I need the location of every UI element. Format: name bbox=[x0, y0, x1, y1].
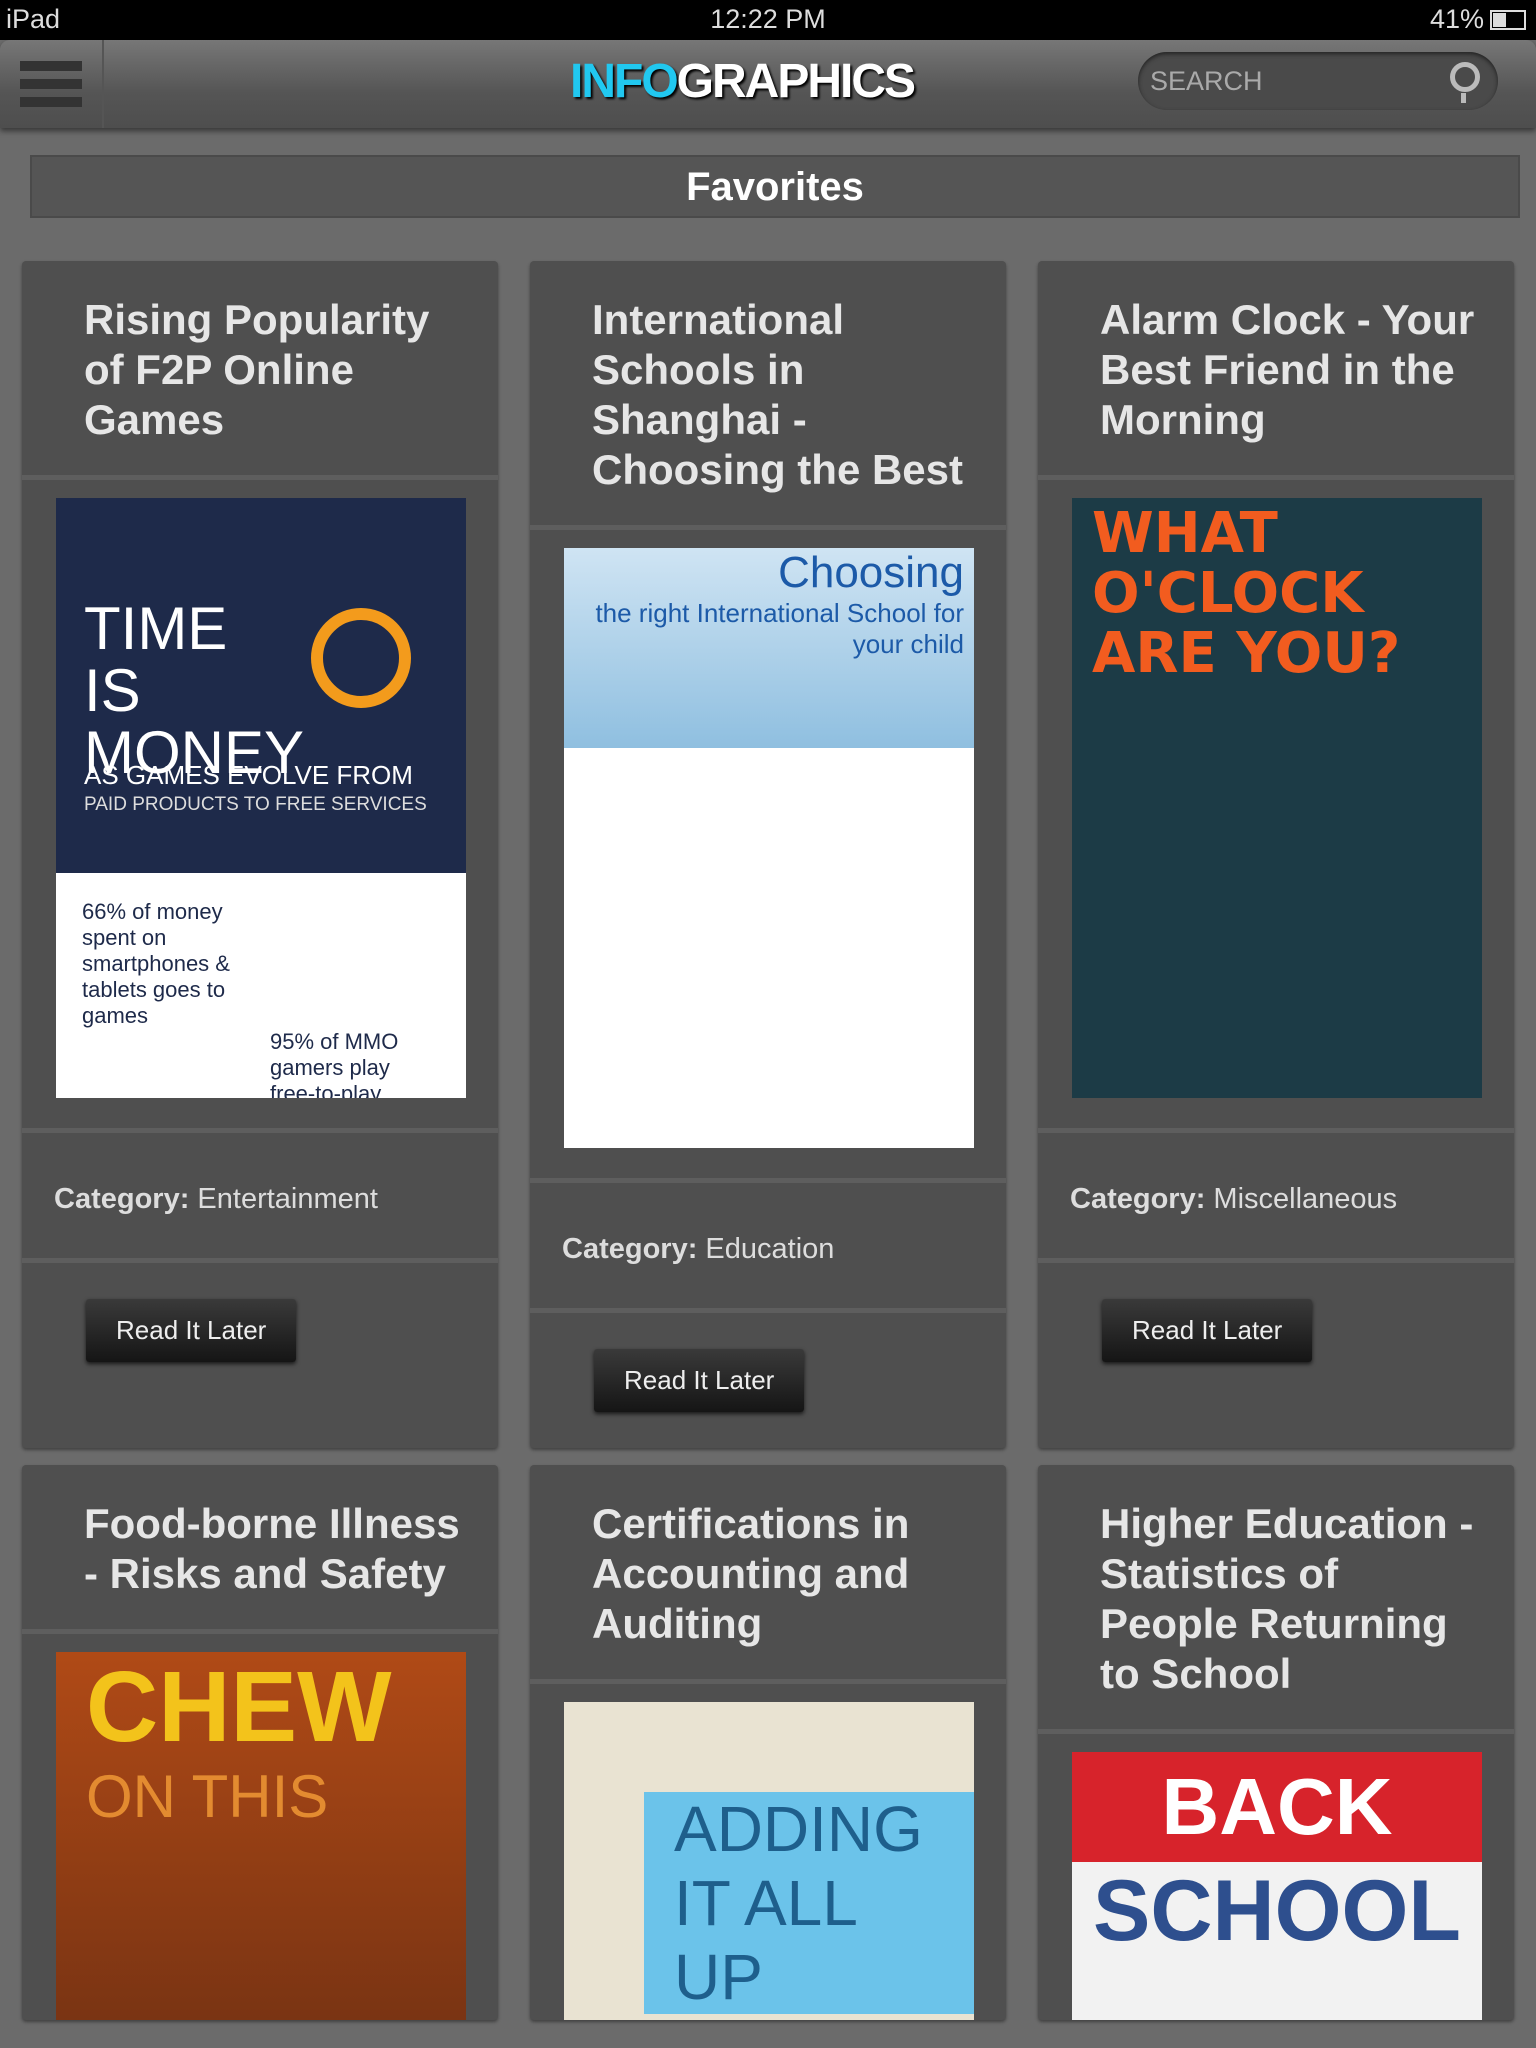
card-thumbnail[interactable]: BACK SCHOOL bbox=[1072, 1752, 1482, 2020]
card: Higher Education - Statistics of People … bbox=[1038, 1465, 1514, 2020]
card-title[interactable]: Higher Education - Statistics of People … bbox=[1038, 1465, 1514, 1734]
read-it-later-button[interactable]: Read It Later bbox=[1102, 1299, 1313, 1362]
card-thumbnail[interactable]: CHEW ON THIS bbox=[56, 1652, 466, 2020]
clock: 12:22 PM bbox=[710, 4, 826, 34]
read-it-later-button[interactable]: Read It Later bbox=[86, 1299, 297, 1362]
card: Food-borne Illness - Risks and Safety CH… bbox=[22, 1465, 498, 2020]
card-thumbnail[interactable]: WHAT O'CLOCK ARE YOU? bbox=[1072, 498, 1482, 1098]
status-bar: iPad 12:22 PM 41% bbox=[0, 0, 1536, 40]
card-category: Category: Education bbox=[530, 1183, 1006, 1313]
card: International Schools in Shanghai - Choo… bbox=[530, 261, 1006, 1448]
card-thumbnail[interactable]: TIME IS MONEY AS GAMES EVOLVE FROM PAID P… bbox=[56, 498, 466, 1098]
card-title[interactable]: Alarm Clock - Your Best Friend in the Mo… bbox=[1038, 261, 1514, 480]
favorites-grid: Rising Popularity of F2P Online Games TI… bbox=[22, 261, 1514, 1448]
card: Alarm Clock - Your Best Friend in the Mo… bbox=[1038, 261, 1514, 1448]
card-category: Category: Miscellaneous bbox=[1038, 1133, 1514, 1263]
card: Certifications in Accounting and Auditin… bbox=[530, 1465, 1006, 2020]
read-it-later-button[interactable]: Read It Later bbox=[594, 1349, 805, 1412]
card-title[interactable]: Rising Popularity of F2P Online Games bbox=[22, 261, 498, 480]
clock-icon bbox=[311, 608, 411, 708]
page-title: Favorites bbox=[30, 155, 1520, 218]
card-thumbnail[interactable]: Choosing the right International School f… bbox=[564, 548, 974, 1148]
battery-icon bbox=[1490, 9, 1526, 30]
card-category: Category: Entertainment bbox=[22, 1133, 498, 1263]
search-input[interactable]: SEARCH bbox=[1138, 52, 1498, 110]
nav-bar: INFOGRAPHICS SEARCH bbox=[0, 40, 1536, 128]
favorites-grid-row-2: Food-borne Illness - Risks and Safety CH… bbox=[22, 1465, 1514, 2020]
card-title[interactable]: Food-borne Illness - Risks and Safety bbox=[22, 1465, 498, 1634]
battery-percent: 41% bbox=[1429, 4, 1484, 34]
logo[interactable]: INFOGRAPHICS bbox=[570, 54, 916, 109]
menu-button[interactable] bbox=[0, 40, 104, 128]
card-title[interactable]: International Schools in Shanghai - Choo… bbox=[530, 261, 1006, 530]
card-thumbnail[interactable]: ADDING IT ALL UP bbox=[564, 1702, 974, 2020]
card: Rising Popularity of F2P Online Games TI… bbox=[22, 261, 498, 1448]
hamburger-icon bbox=[20, 61, 82, 71]
search-icon[interactable] bbox=[1450, 62, 1480, 103]
card-title[interactable]: Certifications in Accounting and Auditin… bbox=[530, 1465, 1006, 1684]
